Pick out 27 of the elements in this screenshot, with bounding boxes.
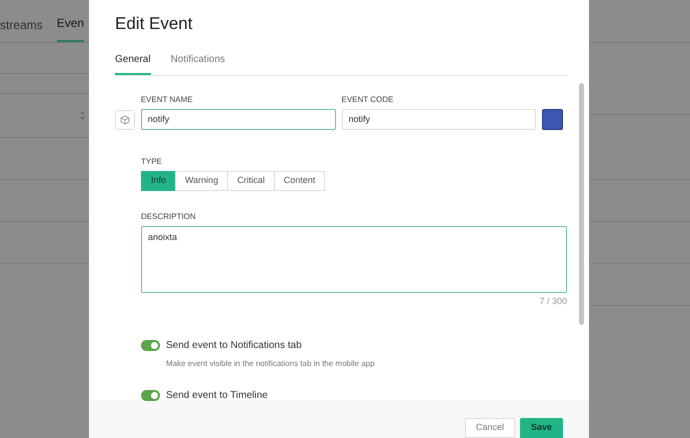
dialog-title: Edit Event [115, 13, 194, 35]
type-option[interactable]: Critical [227, 170, 275, 190]
toggle-label: Send event to Notifications tab [166, 339, 302, 353]
page-tab[interactable]: Even [56, 14, 84, 42]
color-swatch[interactable] [542, 108, 563, 130]
field-label: DESCRIPTION [141, 210, 197, 222]
toggle-switch[interactable] [141, 340, 160, 351]
save-button[interactable]: Save [520, 418, 563, 438]
cube-icon[interactable] [115, 110, 135, 130]
toggle-switch[interactable] [141, 390, 160, 401]
field-label: EVENT NAME [140, 94, 194, 106]
dialog-tab[interactable]: General [115, 52, 151, 74]
toggle-hint: Make event visible in the notifications tab in the mobile app [166, 358, 376, 370]
description-field[interactable]: anoixta [141, 226, 567, 292]
event-code-field[interactable]: notify [342, 108, 536, 130]
type-option[interactable]: Content [274, 170, 326, 190]
cancel-button[interactable]: Cancel [464, 418, 515, 438]
type-option[interactable]: Warning [175, 170, 228, 190]
toggle-label: Send event to Timeline [166, 389, 268, 403]
character-counter: 7 / 300 [539, 294, 567, 308]
sort-icon [80, 111, 85, 120]
dialog-tab[interactable]: Notifications [170, 52, 226, 74]
field-label: TYPE [141, 156, 163, 168]
event-name-field[interactable]: notify [140, 108, 336, 130]
field-label: EVENT CODE [342, 94, 394, 106]
page-tab[interactable]: streams [0, 16, 43, 42]
type-option[interactable]: Info [141, 170, 176, 190]
